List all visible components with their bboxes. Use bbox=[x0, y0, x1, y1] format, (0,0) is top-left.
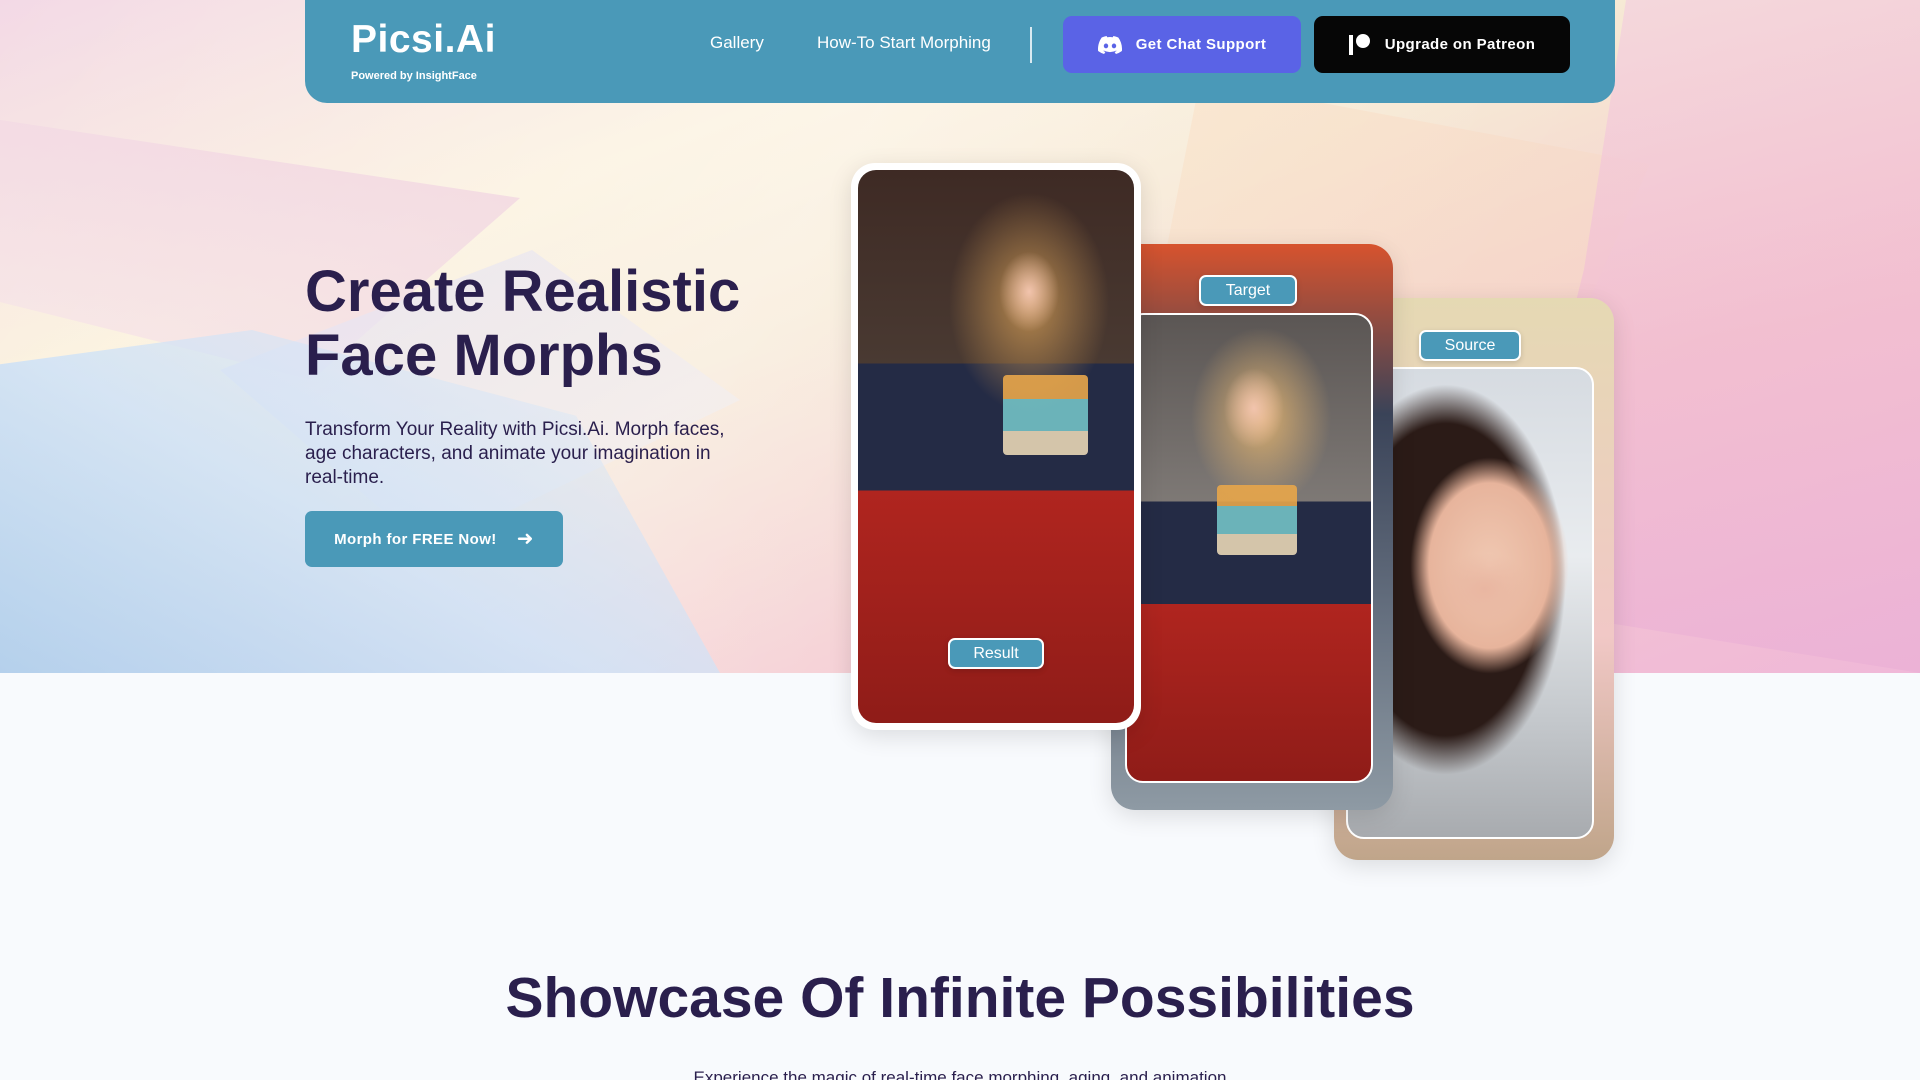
arrow-right-icon: ➜ bbox=[516, 528, 534, 550]
hero-description: Transform Your Reality with Picsi.Ai. Mo… bbox=[305, 419, 725, 488]
morph-for-free-button[interactable]: Morph for FREE Now! ➜ bbox=[305, 511, 563, 567]
discord-icon bbox=[1097, 35, 1122, 54]
nav-howto-link[interactable]: How-To Start Morphing bbox=[817, 33, 991, 53]
source-label: Source bbox=[1419, 330, 1521, 361]
upgrade-on-patreon-button[interactable]: Upgrade on Patreon bbox=[1314, 16, 1570, 73]
target-label: Target bbox=[1199, 275, 1297, 306]
showcase-subtitle: Experience the magic of real-time face m… bbox=[693, 1068, 1227, 1080]
nav-divider bbox=[1030, 27, 1032, 63]
result-label: Result bbox=[948, 638, 1044, 669]
showcase-title: Showcase Of Infinite Possibilities bbox=[505, 966, 1415, 1030]
target-photo bbox=[1125, 313, 1373, 783]
nav-gallery-link[interactable]: Gallery bbox=[710, 33, 764, 53]
brand-tagline: Powered by InsightFace bbox=[351, 70, 477, 82]
hero-title-line1: Create Realistic bbox=[305, 259, 741, 324]
hero-title: Create Realistic Face Morphs bbox=[305, 260, 825, 388]
top-navbar: Picsi.Ai Powered by InsightFace Gallery … bbox=[305, 0, 1615, 103]
patreon-icon bbox=[1348, 33, 1371, 56]
upgrade-on-patreon-label: Upgrade on Patreon bbox=[1384, 36, 1536, 53]
get-chat-support-label: Get Chat Support bbox=[1135, 36, 1267, 53]
brand-logo[interactable]: Picsi.Ai bbox=[351, 18, 496, 62]
morph-for-free-label: Morph for FREE Now! bbox=[334, 530, 497, 548]
hero-title-line2: Face Morphs bbox=[305, 323, 663, 388]
get-chat-support-button[interactable]: Get Chat Support bbox=[1063, 16, 1301, 73]
